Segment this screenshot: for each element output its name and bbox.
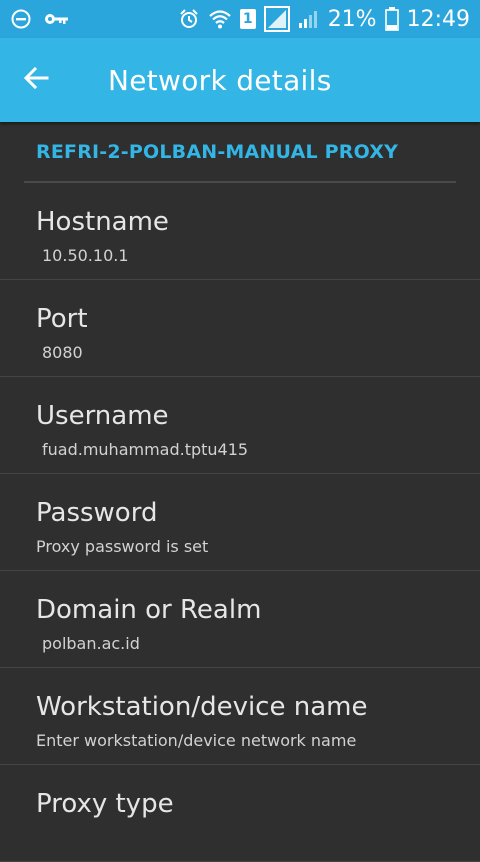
password-status: Proxy password is set [36, 537, 209, 556]
domain-title: Domain or Realm [36, 595, 262, 625]
username-item[interactable]: Username fuad.muhammad.tptu415 [0, 377, 480, 474]
battery-icon [384, 7, 399, 31]
port-title: Port [36, 304, 88, 334]
wifi-icon [208, 8, 232, 30]
proxy-type-title: Proxy type [36, 789, 174, 819]
hostname-value: 10.50.10.1 [42, 246, 129, 265]
workstation-item[interactable]: Workstation/device name Enter workstatio… [0, 668, 480, 765]
network-details-list: REFRI-2-POLBAN-MANUAL PROXY Hostname 10.… [0, 122, 480, 862]
network-name-header: REFRI-2-POLBAN-MANUAL PROXY [24, 122, 456, 183]
workstation-hint: Enter workstation/device network name [36, 731, 357, 750]
domain-item[interactable]: Domain or Realm polban.ac.id [0, 571, 480, 668]
password-item[interactable]: Password Proxy password is set [0, 474, 480, 571]
signal-icon [298, 8, 320, 30]
alarm-icon [178, 8, 200, 30]
key-icon [44, 11, 70, 27]
status-bar-right: 1 21% 12:49 [178, 6, 470, 32]
proxy-type-item[interactable]: Proxy type [0, 765, 480, 862]
battery-percent: 21% [327, 6, 377, 32]
status-bar: 1 21% 12:49 [0, 0, 480, 38]
port-value: 8080 [42, 343, 83, 362]
clock: 12:49 [406, 6, 470, 32]
page-title: Network details [108, 63, 332, 97]
action-bar: Network details [0, 38, 480, 122]
hostname-title: Hostname [36, 207, 169, 237]
hostname-item[interactable]: Hostname 10.50.10.1 [0, 183, 480, 280]
port-item[interactable]: Port 8080 [0, 280, 480, 377]
password-title: Password [36, 498, 158, 528]
domain-value: polban.ac.id [42, 634, 140, 653]
username-title: Username [36, 401, 169, 431]
sim-icon: 1 [239, 9, 256, 29]
signal-icon [263, 6, 290, 32]
workstation-title: Workstation/device name [36, 692, 368, 722]
username-value: fuad.muhammad.tptu415 [42, 440, 249, 459]
minus-circle-icon [10, 8, 32, 30]
status-bar-left [10, 8, 70, 30]
arrow-left-icon [23, 66, 49, 94]
back-button[interactable] [0, 38, 72, 122]
